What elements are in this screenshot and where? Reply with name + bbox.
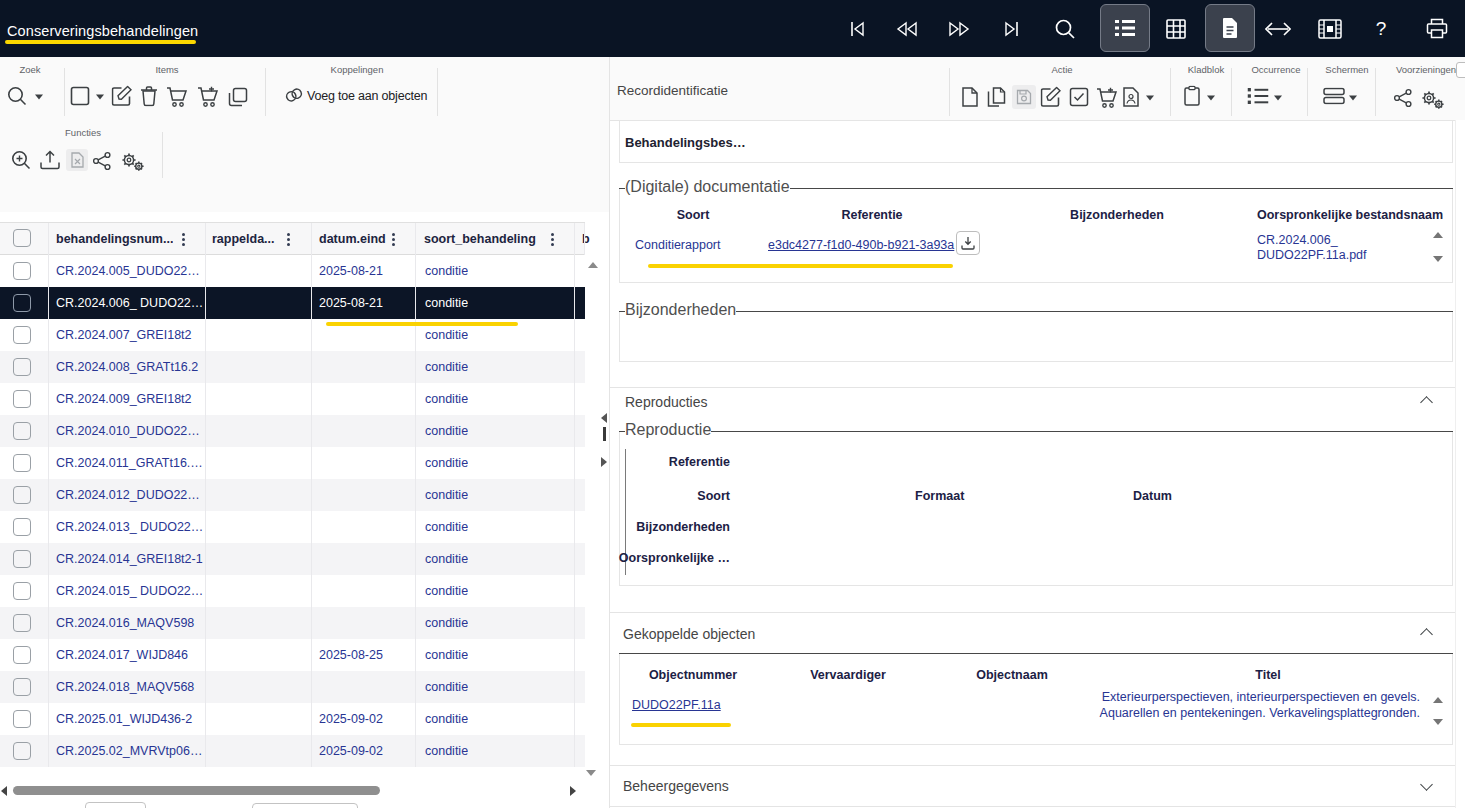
tool-cart-add[interactable] [197,87,219,108]
label-functies: Functies [65,127,101,138]
doc-filename: CR.2024.006_DUDO22PF.11a.pdf [1257,233,1367,263]
label-actie: Actie [1051,64,1072,75]
tool-copy[interactable] [228,87,248,107]
tool-edit[interactable] [112,86,133,107]
tool-delete[interactable] [140,86,158,107]
row-1[interactable]: CR.2024.005_DUDO22…2025-08-21conditie [0,255,585,287]
klad-clip[interactable] [1184,86,1201,107]
nav-print[interactable] [1415,0,1459,57]
conserveringsbehandelingen-page: Conserveringsbehandelingen [0,0,1465,808]
chev-gekoppelde[interactable] [1420,628,1433,641]
section-gekoppelde: Gekoppelde objecten [623,626,755,642]
top-bar: Conserveringsbehandelingen [0,0,1465,57]
section-beheer: Beheergegevens [623,778,729,794]
doc-ref: e3dc4277-f1d0-490b-b921-3a93a [768,238,956,252]
act-copy[interactable] [986,87,1006,108]
gek-titel: Exterieurperspectieven, interieurperspec… [1010,689,1420,721]
row-9[interactable]: CR.2024.013_ DUDO22…conditie [0,511,585,543]
label-kladblok: Kladblok [1188,64,1224,75]
fieldset-reproductie [619,432,1453,586]
row-5[interactable]: CR.2024.009_GREI18t2conditie [0,383,585,415]
tool-link[interactable] [284,88,304,103]
gek-underline [631,723,731,727]
results-grid: behandelingsnum... rappelda... datum.ein… [0,222,585,766]
act-check[interactable] [1069,87,1089,107]
chev-reproducties[interactable] [1420,396,1433,409]
row-13[interactable]: CR.2024.017_WIJD8462025-08-25conditie [0,639,585,671]
tool-cart[interactable] [166,87,188,108]
voor-share[interactable] [1394,89,1413,108]
scherm-rows[interactable] [1323,88,1345,105]
label-koppelingen: Koppelingen [331,64,384,75]
func-zoom[interactable] [11,150,32,171]
view-grid[interactable] [1154,0,1198,57]
view-detail-button[interactable] [1205,4,1255,52]
row-11[interactable]: CR.2024.015_ DUDO22…conditie [0,575,585,607]
view-film[interactable] [1308,0,1352,57]
nav-search[interactable] [1043,0,1087,57]
nav-first[interactable] [836,0,880,57]
act-new[interactable] [962,87,979,108]
hscroll-thumb [13,786,380,795]
doc-soort: Conditierapport [635,238,720,252]
nav-next[interactable] [937,0,981,57]
title-underline [5,40,196,44]
view-media[interactable] [1256,0,1300,57]
section-reproducties: Reproducties [625,394,708,410]
doc-download[interactable] [956,231,980,255]
row-2[interactable]: CR.2024.006_ DUDO22…2025-08-21conditie [0,287,585,319]
func-export [66,149,88,171]
app-title: Conserveringsbehandelingen [7,23,198,39]
tool-selectbox[interactable] [70,86,90,106]
row-10[interactable]: CR.2024.014_GREI18t2-1conditie [0,543,585,575]
selected-underline [326,322,518,326]
gek-objectnummer: DUDO22PF.11a [632,698,721,712]
record-title: Recordidentificatie [617,83,728,98]
nav-prev[interactable] [885,0,929,57]
row-15[interactable]: CR.2025.01_WIJD436-22025-09-02conditie [0,703,585,735]
row-12[interactable]: CR.2024.016_MAQV598conditie [0,607,585,639]
record-detail: Behandelingsbes… (Digitale) documentatie… [610,120,1455,808]
label-voorzieningen: Voorzieningen [1396,64,1456,75]
label-occurrence: Occurrence [1251,64,1300,75]
occ-list[interactable] [1248,87,1269,105]
fieldset-bijzonderheden [619,312,1453,362]
tool-link-label[interactable]: Voeg toe aan objecten [307,89,427,103]
act-save [1012,85,1036,109]
row-8[interactable]: CR.2024.012_DUDO22…conditie [0,479,585,511]
doc-underline [648,264,953,268]
view-list-button[interactable] [1100,4,1150,52]
row-7[interactable]: CR.2024.011_GRATt16.…conditie [0,447,585,479]
grid-header: behandelingsnum... rappelda... datum.ein… [0,223,585,255]
row-14[interactable]: CR.2024.018_MAQV568conditie [0,671,585,703]
act-cart[interactable] [1096,88,1118,109]
label-zoek: Zoek [19,64,40,75]
func-share[interactable] [93,152,112,171]
label-items: Items [155,64,178,75]
label-schermen: Schermen [1325,64,1368,75]
act-edit[interactable] [1041,87,1062,108]
nav-last[interactable] [989,0,1033,57]
tool-search[interactable] [7,86,28,107]
func-upload[interactable] [39,150,61,171]
row-6[interactable]: CR.2024.010_DUDO22…conditie [0,415,585,447]
toolbar: Zoek Items Koppelingen Actie Kladblok Oc… [0,57,1465,120]
svg-text:?: ? [1376,18,1387,39]
act-report[interactable] [1123,87,1140,108]
row-4[interactable]: CR.2024.008_GRATt16.2conditie [0,351,585,383]
pinned-button [1456,62,1465,78]
nav-help[interactable]: ? [1359,0,1403,57]
chev-beheer[interactable] [1420,778,1433,791]
row-16[interactable]: CR.2025.02_MVRVtp06…2025-09-02conditie [0,735,585,767]
voor-settings[interactable] [1421,90,1445,110]
func-settings[interactable] [121,152,145,172]
